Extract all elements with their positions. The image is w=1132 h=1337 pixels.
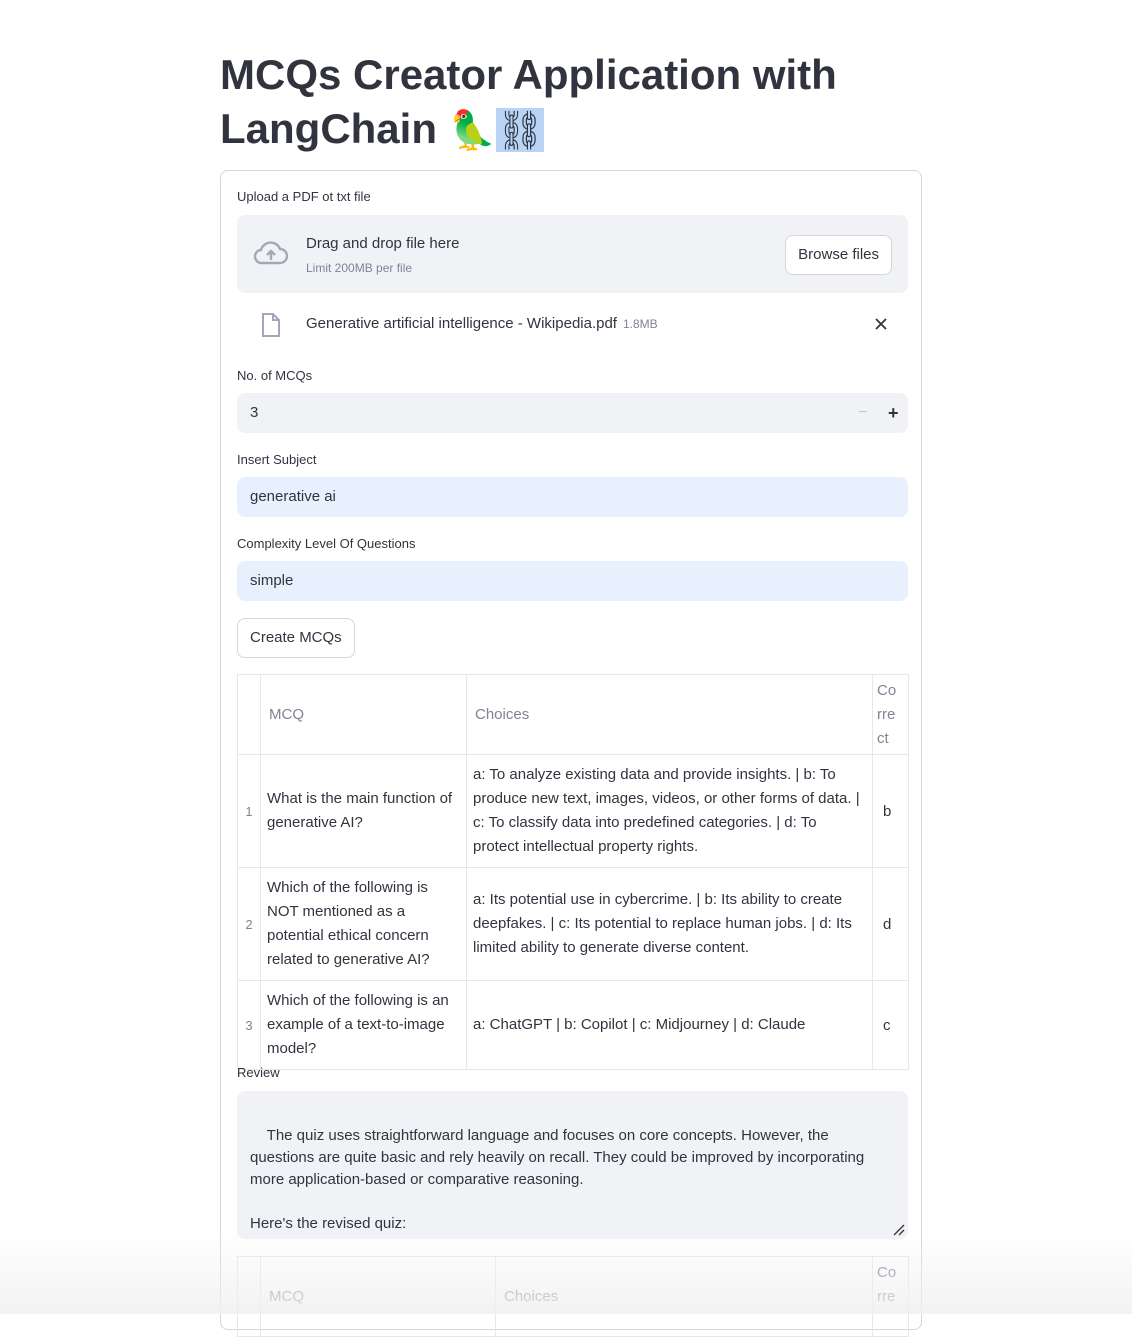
revised-mcq-table: MCQ Choices Co rre [237,1256,909,1337]
table-header-row: MCQ Choices Co rre [237,1256,909,1337]
choices-cell[interactable]: a: To analyze existing data and provide … [466,754,873,868]
mcq-header[interactable]: MCQ [260,1256,496,1337]
review-label: Review [237,1065,280,1080]
chain-icon: ⛓ [496,108,545,152]
table-row[interactable]: 1 What is the main function of generativ… [237,754,909,868]
choices-cell[interactable]: a: ChatGPT | b: Copilot | c: Midjourney … [466,980,873,1070]
decrement-button[interactable]: − [858,393,867,433]
parrot-icon: 🦜 [448,108,496,152]
file-name-text: Generative artificial intelligence - Wik… [306,315,617,332]
complexity-input[interactable]: simple [237,561,908,601]
subject-label: Insert Subject [237,452,317,467]
correct-header[interactable]: Co rre ct [872,674,909,755]
resize-handle-icon[interactable] [892,1223,906,1237]
upload-label: Upload a PDF ot txt file [237,189,371,204]
dropzone-limit: Limit 200MB per file [306,261,413,275]
title-line1: MCQs Creator Application with [220,51,837,98]
file-size: 1.8MB [622,317,658,331]
subject-input[interactable]: generative ai [237,477,908,517]
correct-cell[interactable]: c [872,980,909,1070]
row-index: 2 [237,867,261,981]
create-mcqs-button[interactable]: Create MCQs [237,618,355,658]
mcq-header[interactable]: MCQ [260,674,467,755]
table-header-row: MCQ Choices Co rre ct [237,674,909,755]
index-header [237,1256,261,1337]
title-line2: LangChain [220,105,437,152]
choices-header[interactable]: Choices [495,1256,873,1337]
page-title: MCQs Creator Application with LangChain … [220,48,920,157]
review-text: The quiz uses straightforward language a… [250,1127,865,1232]
mcq-form: Upload a PDF ot txt file Drag and drop f… [220,170,922,1337]
mcq-cell[interactable]: Which of the following is NOT mentioned … [260,867,467,981]
table-row[interactable]: 2 Which of the following is NOT mentione… [237,867,909,981]
correct-cell[interactable]: b [872,754,909,868]
table-row[interactable]: 3 Which of the following is an example o… [237,980,909,1070]
choices-header[interactable]: Choices [466,674,873,755]
mcq-cell[interactable]: Which of the following is an example of … [260,980,467,1070]
num-mcqs-value: 3 [250,404,259,421]
num-mcqs-input[interactable]: 3 − + [237,393,908,433]
increment-button[interactable]: + [888,393,899,433]
file-icon [262,313,280,337]
choices-cell[interactable]: a: Its potential use in cybercrime. | b:… [466,867,873,981]
quantity-stepper: − + [844,393,908,433]
correct-cell[interactable]: d [872,867,909,981]
close-icon[interactable] [872,315,890,333]
index-header [237,674,261,755]
browse-files-button[interactable]: Browse files [785,235,892,275]
mcq-cell[interactable]: What is the main function of generative … [260,754,467,868]
cloud-upload-icon [253,241,289,265]
dropzone-title: Drag and drop file here [306,235,460,252]
file-name: Generative artificial intelligence - Wik… [306,315,658,332]
uploaded-file: Generative artificial intelligence - Wik… [237,307,908,343]
correct-header[interactable]: Co rre [872,1256,909,1337]
file-dropzone[interactable]: Drag and drop file here Limit 200MB per … [237,215,908,293]
row-index: 1 [237,754,261,868]
complexity-label: Complexity Level Of Questions [237,536,416,551]
review-textarea[interactable]: The quiz uses straightforward language a… [237,1091,908,1239]
mcq-table: MCQ Choices Co rre ct 1 What is the main… [237,674,909,1070]
num-mcqs-label: No. of MCQs [237,368,313,383]
row-index: 3 [237,980,261,1070]
